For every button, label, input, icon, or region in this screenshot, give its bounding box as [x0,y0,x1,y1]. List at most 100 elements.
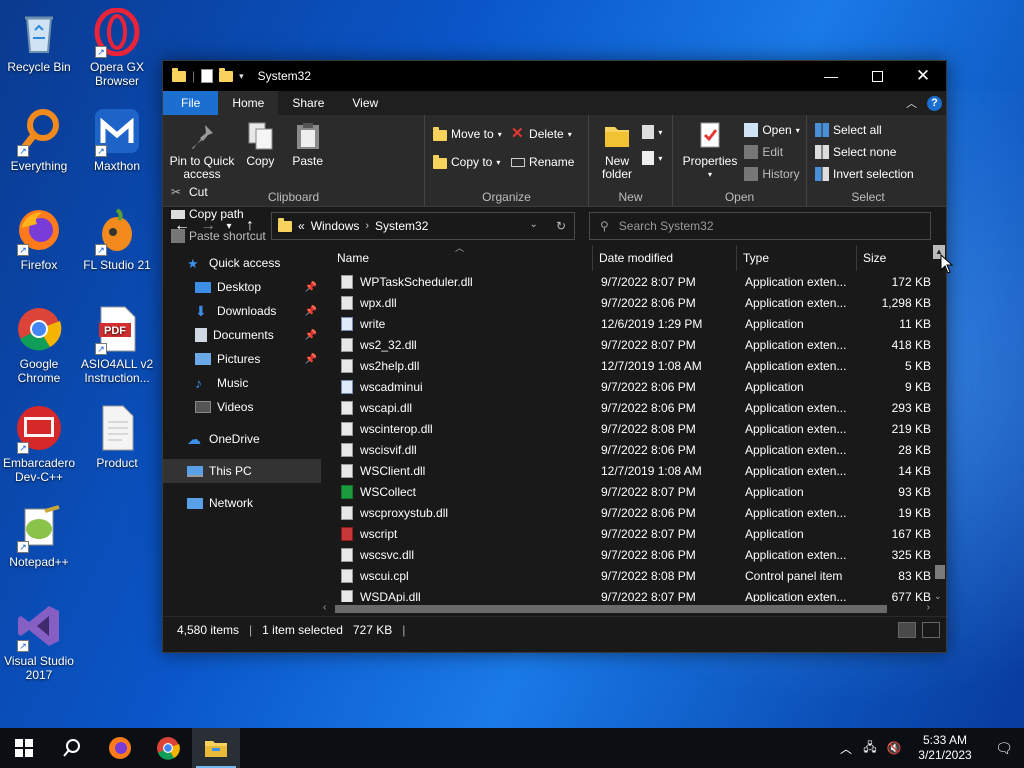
taskbar-chrome[interactable] [144,728,192,768]
address-field[interactable]: « Windows › System32 ⌄ ↻ [271,212,575,240]
invert-selection-button[interactable]: Invert selection [815,165,914,183]
taskbar-file-explorer[interactable] [192,728,240,768]
new-folder-button[interactable]: New folder [595,119,639,181]
nav-quick-access[interactable]: ★ Quick access [163,251,321,275]
desktop-icon-opera-gx[interactable]: ↗ Opera GX Browser [78,7,156,88]
network-tray-icon[interactable]: 🖧 [858,738,882,759]
vertical-scroll-thumb[interactable] [935,565,945,579]
details-view-icon[interactable] [898,621,916,638]
file-row[interactable]: wscisvif.dll 9/7/2022 8:06 PM Application … [321,439,932,460]
delete-button[interactable]: ✕ Delete ▾ [511,125,574,143]
properties-qa-icon[interactable] [201,69,214,83]
desktop-icon-firefox[interactable]: ↗ Firefox [0,206,78,272]
easy-access-button[interactable]: ▾ [642,149,662,167]
nav-documents[interactable]: Documents 📌 [163,323,321,347]
desktop-icon-maxthon[interactable]: ↗ Maxthon [78,107,156,173]
copy-path-button[interactable]: Copy path [171,205,266,223]
file-row[interactable]: wscsvc.dll 9/7/2022 8:06 PM Application ex… [321,544,932,565]
volume-muted-icon[interactable]: 🔇 [882,741,906,755]
breadcrumb-system32[interactable]: System32 [375,219,428,233]
scroll-right-icon[interactable]: › [927,602,930,613]
desktop-icon-recycle-bin[interactable]: Recycle Bin [0,8,78,74]
file-row[interactable]: WPTaskScheduler.dll 9/7/2022 8:07 PM Appli… [321,271,932,292]
refresh-icon[interactable]: ↻ [556,219,566,233]
clock[interactable]: 5:33 AM 3/21/2023 [906,733,984,763]
paste-button[interactable]: Paste [286,119,330,168]
column-name[interactable]: Name ︿ [321,243,593,271]
tab-file[interactable]: File [163,91,219,115]
tab-view[interactable]: View [338,91,392,115]
paste-shortcut-button[interactable]: Paste shortcut [171,227,266,245]
file-row[interactable]: wscinterop.dll 9/7/2022 8:08 PM Applicatio… [321,418,932,439]
move-to-button[interactable]: Move to ▾ [433,125,502,143]
pin-to-quick-access-button[interactable]: Pin to Quick access [169,119,235,181]
copy-to-button[interactable]: Copy to ▾ [433,153,502,171]
file-row[interactable]: WSClient.dll 12/7/2019 1:08 AM Application… [321,460,932,481]
file-row[interactable]: wscript 9/7/2022 8:07 PM Application 167 KB [321,523,932,544]
action-center-icon[interactable]: 🗨 [984,740,1024,757]
file-row[interactable]: wscui.cpl 9/7/2022 8:08 PM Control panel i… [321,565,932,586]
column-size[interactable]: Size [857,245,931,271]
file-row[interactable]: wpx.dll 9/7/2022 8:06 PM Application exten… [321,292,932,313]
taskbar-firefox[interactable] [96,728,144,768]
desktop-icon-product[interactable]: Product [78,404,156,470]
properties-button[interactable]: Properties ▾ [679,119,741,181]
new-folder-qa-icon[interactable] [219,67,234,82]
nav-desktop[interactable]: Desktop 📌 [163,275,321,299]
nav-this-pc[interactable]: This PC [163,459,321,483]
breadcrumb-overflow[interactable]: « [298,219,305,233]
edit-button[interactable]: Edit [744,143,799,161]
tab-share[interactable]: Share [278,91,338,115]
collapse-ribbon-icon[interactable]: ︿ [906,95,917,111]
file-row[interactable]: WSCollect 9/7/2022 8:07 PM Application 93 K… [321,481,932,502]
nav-onedrive[interactable]: ☁ OneDrive [163,427,321,451]
qa-dropdown-icon[interactable]: ▾ [239,71,244,82]
desktop-icon-dev-cpp[interactable]: ↗ Embarcadero Dev-C++ [0,404,78,484]
file-row[interactable]: wscadminui 9/7/2022 8:06 PM Application 9 K… [321,376,932,397]
scroll-down-icon[interactable]: ⌄ [934,591,942,602]
breadcrumb-windows[interactable]: Windows [311,219,360,233]
file-row[interactable]: write 12/6/2019 1:29 PM Application 11 KB [321,313,932,334]
breadcrumb-separator-icon[interactable]: › [365,220,369,232]
new-item-button[interactable]: ▾ [642,123,662,141]
desktop-icon-notepad-plus-plus[interactable]: ↗ Notepad++ [0,503,78,569]
rename-button[interactable]: Rename [511,153,574,171]
desktop-icon-asio4all-pdf[interactable]: PDF ↗ ASIO4ALL v2 Instruction... [78,305,156,385]
file-row[interactable]: ws2_32.dll 9/7/2022 8:07 PM Application ex… [321,334,932,355]
nav-downloads[interactable]: ⬇ Downloads 📌 [163,299,321,323]
file-row[interactable]: wscproxystub.dll 9/7/2022 8:06 PM Applicat… [321,502,932,523]
horizontal-scroll-thumb[interactable] [335,605,887,613]
address-history-chevron-icon[interactable]: ⌄ [530,219,538,233]
desktop-icon-chrome[interactable]: Google Chrome [0,305,78,385]
select-none-button[interactable]: Select none [815,143,914,161]
desktop-icon-fl-studio[interactable]: ↗ FL Studio 21 [78,206,156,272]
nav-network[interactable]: Network [163,491,321,515]
desktop-icon-everything[interactable]: ↗ Everything [0,107,78,173]
maximize-button[interactable] [854,61,900,91]
copy-button[interactable]: Copy [238,119,282,168]
help-icon[interactable]: ? [927,95,942,111]
nav-music[interactable]: ♪ Music [163,371,321,395]
show-hidden-icons-chevron-icon[interactable]: ︿ [834,740,858,757]
desktop-icon-visual-studio[interactable]: ↗ Visual Studio 2017 [0,602,78,682]
select-all-button[interactable]: Select all [815,121,914,139]
minimize-button[interactable]: — [808,61,854,91]
large-icons-view-icon[interactable] [922,621,940,638]
file-row[interactable]: wscapi.dll 9/7/2022 8:06 PM Application ex… [321,397,932,418]
column-date-modified[interactable]: Date modified [593,244,737,271]
file-row[interactable]: ws2help.dll 12/7/2019 1:08 AM Application … [321,355,932,376]
title-bar[interactable]: | ▾ System32 — ✕ [163,61,946,91]
search-taskbar-button[interactable] [48,728,96,768]
scroll-left-icon[interactable]: ‹ [323,602,326,613]
open-button[interactable]: Open ▾ [744,121,800,139]
close-button[interactable]: ✕ [900,61,946,91]
nav-pictures[interactable]: Pictures 📌 [163,347,321,371]
start-button[interactable] [0,728,48,768]
search-input[interactable]: ⚲ Search System32 [589,212,931,240]
column-type[interactable]: Type [737,244,857,271]
history-button[interactable]: History [744,165,800,183]
vertical-scrollbar[interactable]: ▲ ⌄ [932,245,946,602]
nav-videos[interactable]: Videos [163,395,321,419]
horizontal-scrollbar[interactable]: ‹ › [321,602,932,616]
tab-home[interactable]: Home [218,91,279,115]
